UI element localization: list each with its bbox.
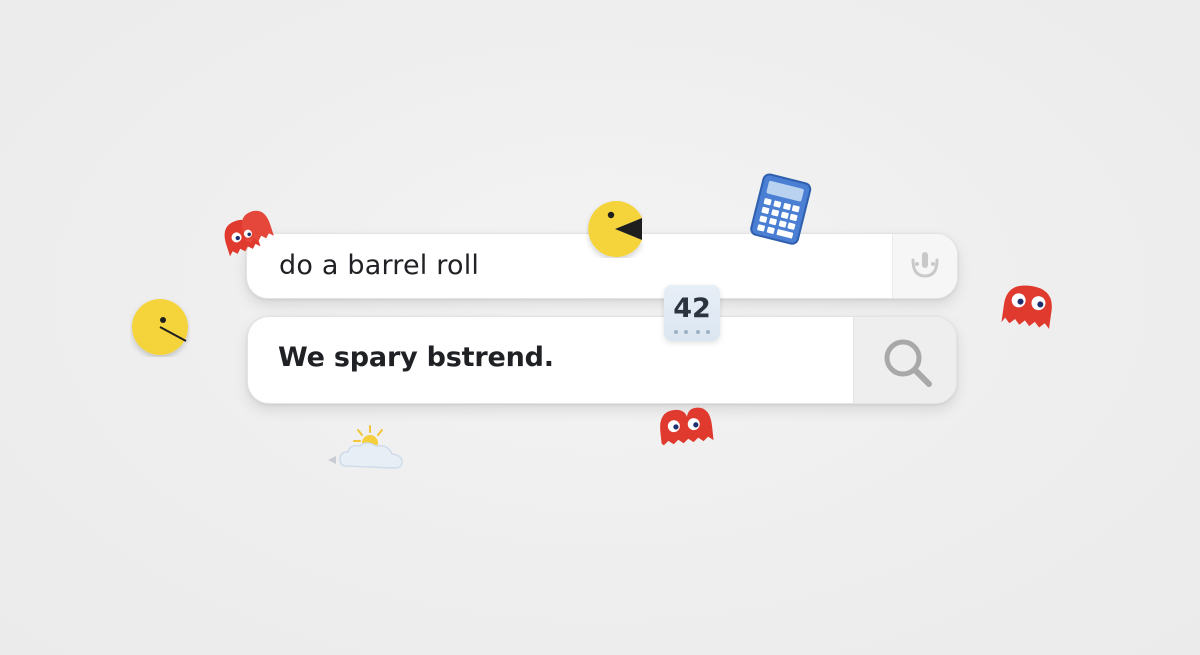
- badge-number: 42: [673, 293, 711, 324]
- search-query: We spary bstrend.: [278, 342, 554, 373]
- number-badge: 42: [664, 285, 720, 341]
- mic-button[interactable]: [892, 234, 957, 298]
- suggestion-text: do a barrel roll: [279, 250, 480, 281]
- ghost-icon: [660, 407, 714, 446]
- pacman-icon: [132, 299, 188, 355]
- badge-dots: [674, 330, 710, 334]
- search-icon: [884, 339, 932, 387]
- search-input[interactable]: We spary bstrend.: [247, 316, 957, 404]
- ghost-icon: [224, 210, 274, 257]
- search-button[interactable]: [853, 317, 956, 403]
- calculator-icon: [750, 173, 812, 245]
- mic-icon: [911, 252, 939, 278]
- partly-cloudy-icon: [328, 425, 403, 469]
- ghost-icon: [1001, 285, 1052, 329]
- canvas: do a barrel roll We spary bstrend. 42: [0, 0, 1200, 655]
- pacman-icon: [588, 201, 642, 257]
